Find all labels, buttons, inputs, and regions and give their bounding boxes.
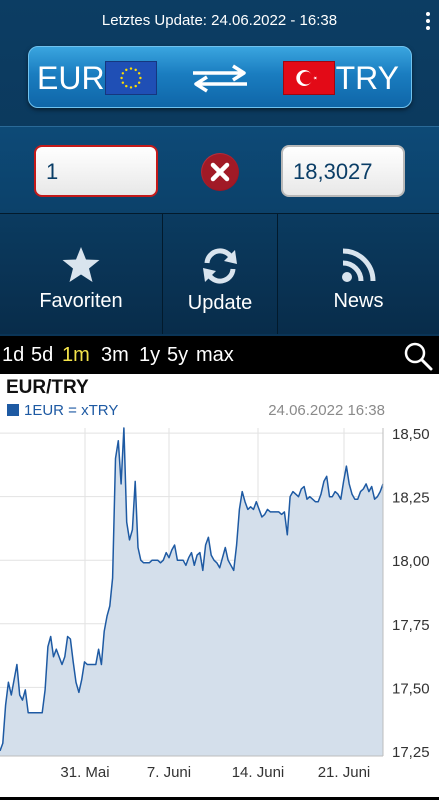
from-currency-code[interactable]: EUR: [37, 59, 105, 97]
to-currency-code[interactable]: TRY: [336, 59, 399, 97]
eu-star: [121, 72, 125, 75]
range-5y[interactable]: 5y: [167, 343, 188, 367]
update-label: Update: [187, 292, 253, 314]
x-tick-label: 14. Juni: [232, 764, 285, 781]
chart-title: EUR/TRY: [6, 377, 89, 398]
app-screen: Letztes Update: 24.06.2022 - 16:38 EUR T…: [0, 0, 439, 800]
star-icon: [62, 247, 100, 282]
eu-star: [125, 84, 128, 88]
range-1m[interactable]: 1m: [62, 343, 90, 367]
favorites-button[interactable]: Favoriten: [0, 214, 162, 334]
legend-label: 1EUR = xTRY: [24, 402, 119, 419]
eu-star: [139, 76, 142, 80]
y-tick-label: 18,00: [392, 553, 430, 570]
rate-chart[interactable]: EUR/TRY 1EUR = xTRY 24.06.2022 16:38 18,…: [0, 374, 439, 800]
chart-timestamp: 24.06.2022 16:38: [268, 402, 385, 419]
eu-star: [129, 86, 133, 89]
range-3m[interactable]: 3m: [101, 343, 129, 367]
y-tick-label: 18,50: [392, 426, 430, 443]
conversion-input-row: 1 18,3027: [0, 126, 439, 214]
range-1y[interactable]: 1y: [139, 343, 160, 367]
swap-arrows-icon[interactable]: [189, 63, 251, 93]
x-tick-label: 31. Mai: [60, 764, 109, 781]
eu-star: [137, 81, 141, 84]
eu-star: [125, 68, 128, 72]
range-max[interactable]: max: [196, 343, 234, 367]
y-tick-label: 17,25: [392, 744, 430, 761]
eu-flag-icon[interactable]: [105, 61, 157, 95]
news-label: News: [333, 290, 384, 312]
eu-star: [134, 68, 137, 72]
news-button[interactable]: News: [278, 214, 439, 334]
to-amount-output[interactable]: 18,3027: [281, 145, 405, 197]
update-button[interactable]: Update: [162, 214, 278, 334]
range-1d[interactable]: 1d: [2, 343, 24, 367]
y-tick-label: 17,75: [392, 617, 430, 634]
chart-plot[interactable]: 18,50 18,25 18,00 17,75 17,50 17,25 31. Mai 7. …: [0, 424, 439, 800]
y-tick-label: 18,25: [392, 490, 430, 507]
turkey-flag-icon[interactable]: [283, 61, 335, 95]
range-5d[interactable]: 5d: [31, 343, 53, 367]
last-update-text: Letztes Update: 24.06.2022 - 16:38: [101, 12, 338, 29]
eu-star: [121, 81, 125, 84]
x-tick-label: 21. Juni: [318, 764, 371, 781]
refresh-icon: [203, 248, 237, 284]
y-tick-label: 17,50: [392, 680, 430, 697]
eu-star: [129, 67, 133, 70]
x-tick-label: 7. Juni: [147, 764, 191, 781]
currency-pair-selector[interactable]: EUR TRY: [28, 46, 412, 108]
favorites-label: Favoriten: [39, 290, 123, 312]
eu-star: [120, 76, 123, 80]
eu-star: [134, 84, 137, 88]
from-amount-input[interactable]: 1: [34, 145, 158, 197]
search-icon[interactable]: [403, 341, 433, 371]
action-toolbar: Favoriten Update News: [0, 214, 439, 334]
time-range-bar: 1d 5d 1m 3m 1y 5y max: [0, 336, 439, 374]
overflow-menu-icon[interactable]: [425, 12, 431, 32]
legend-swatch: [7, 404, 19, 416]
rss-icon: [341, 248, 375, 282]
eu-star: [137, 72, 141, 75]
clear-x-icon[interactable]: [201, 153, 239, 191]
